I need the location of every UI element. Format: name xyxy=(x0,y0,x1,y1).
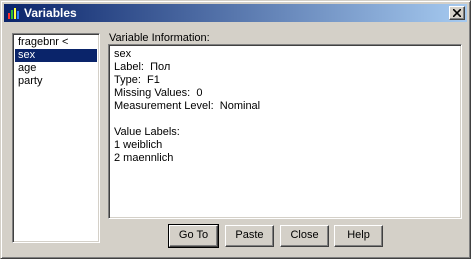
info-value-labels-heading: Value Labels: xyxy=(114,126,180,138)
paste-button[interactable]: Paste xyxy=(225,225,274,247)
window-title: Variables xyxy=(24,6,77,20)
go-to-button[interactable]: Go To xyxy=(168,224,219,248)
info-variable-name: sex xyxy=(114,48,132,60)
list-item-fragebnr[interactable]: fragebnr < xyxy=(15,36,97,49)
list-item-age[interactable]: age xyxy=(15,62,97,75)
info-type-line: Type: F1 xyxy=(114,74,160,86)
variables-dialog: Variables fragebnr < sex age party Varia… xyxy=(0,0,471,259)
list-item-party[interactable]: party xyxy=(15,75,97,88)
info-value-label-1: 1 weiblich xyxy=(114,139,163,151)
spss-app-icon xyxy=(7,6,21,20)
list-item-sex[interactable]: sex xyxy=(15,49,97,62)
variable-information-label: Variable Information: xyxy=(109,32,210,44)
close-window-button[interactable] xyxy=(449,6,465,20)
close-icon xyxy=(453,9,461,17)
help-button[interactable]: Help xyxy=(334,225,383,247)
close-button[interactable]: Close xyxy=(280,225,329,247)
info-value-label-2: 2 maennlich xyxy=(114,152,174,164)
info-blank-line xyxy=(114,113,456,126)
info-measurement-level-line: Measurement Level: Nominal xyxy=(114,100,261,112)
info-label-line: Label: Пол xyxy=(114,61,171,73)
variable-information-box[interactable]: sex Label: Пол Type: F1 Missing Values: … xyxy=(108,44,462,219)
variable-listbox[interactable]: fragebnr < sex age party xyxy=(12,33,100,243)
title-bar[interactable]: Variables xyxy=(4,4,467,22)
info-missing-values-line: Missing Values: 0 xyxy=(114,87,203,99)
